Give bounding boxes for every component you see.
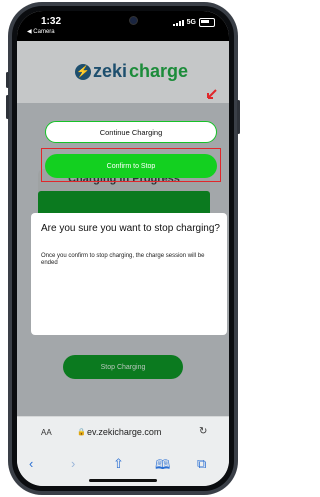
text-size-button[interactable]: AA (41, 428, 52, 437)
back-icon[interactable]: ‹ (29, 456, 33, 471)
url-field[interactable]: ev.zekicharge.com (87, 427, 161, 437)
battery-icon (199, 18, 215, 27)
share-icon[interactable]: ⇧ (113, 456, 124, 472)
status-indicators: 5G (172, 18, 215, 27)
reload-icon[interactable]: ↻ (199, 426, 207, 437)
home-indicator (89, 479, 157, 482)
volume-down-button (6, 95, 9, 119)
phone-frame: 1:32 ◀ Camera 5G ⚡ zeki charge Charging i… (0, 0, 246, 497)
forward-icon[interactable]: › (71, 456, 75, 471)
web-page: ⚡ zeki charge Charging in Progress Stop C… (17, 41, 229, 416)
volume-up-button (6, 72, 9, 88)
stop-charging-button[interactable]: Stop Charging (63, 355, 183, 379)
bookmarks-icon[interactable]: 🕮 (155, 456, 170, 478)
logo-charge-text: charge (129, 61, 189, 81)
logo-zeki-text: zeki (93, 61, 128, 81)
notch (83, 11, 163, 29)
bolt-icon: ⚡ (75, 63, 91, 80)
signal-icon (172, 19, 184, 26)
confirm-stop-dialog: Are you sure you want to stop charging? … (31, 213, 227, 335)
power-button (237, 100, 240, 134)
site-header: ⚡ zeki charge (17, 41, 229, 103)
network-label: 5G (186, 19, 196, 26)
dialog-message: Once you confirm to stop charging, the c… (41, 253, 205, 266)
camera-dot (129, 16, 138, 25)
tabs-icon[interactable]: ⧉ (197, 456, 206, 472)
status-bar: 1:32 ◀ Camera 5G (17, 11, 229, 41)
lock-icon: 🔒 (77, 429, 86, 436)
confirm-to-stop-button[interactable]: Confirm to Stop (45, 154, 217, 178)
browser-address-bar: AA 🔒 ev.zekicharge.com ↻ (17, 416, 229, 453)
screen: 1:32 ◀ Camera 5G ⚡ zeki charge Charging i… (17, 11, 229, 486)
dialog-title: Are you sure you want to stop charging? (41, 223, 220, 234)
zekicharge-logo[interactable]: ⚡ zeki charge (75, 61, 188, 82)
status-time: 1:32 (41, 16, 62, 27)
continue-charging-button[interactable]: Continue Charging (45, 121, 217, 143)
red-arrow-icon (207, 89, 217, 99)
back-to-camera-link[interactable]: ◀ Camera (27, 28, 55, 35)
